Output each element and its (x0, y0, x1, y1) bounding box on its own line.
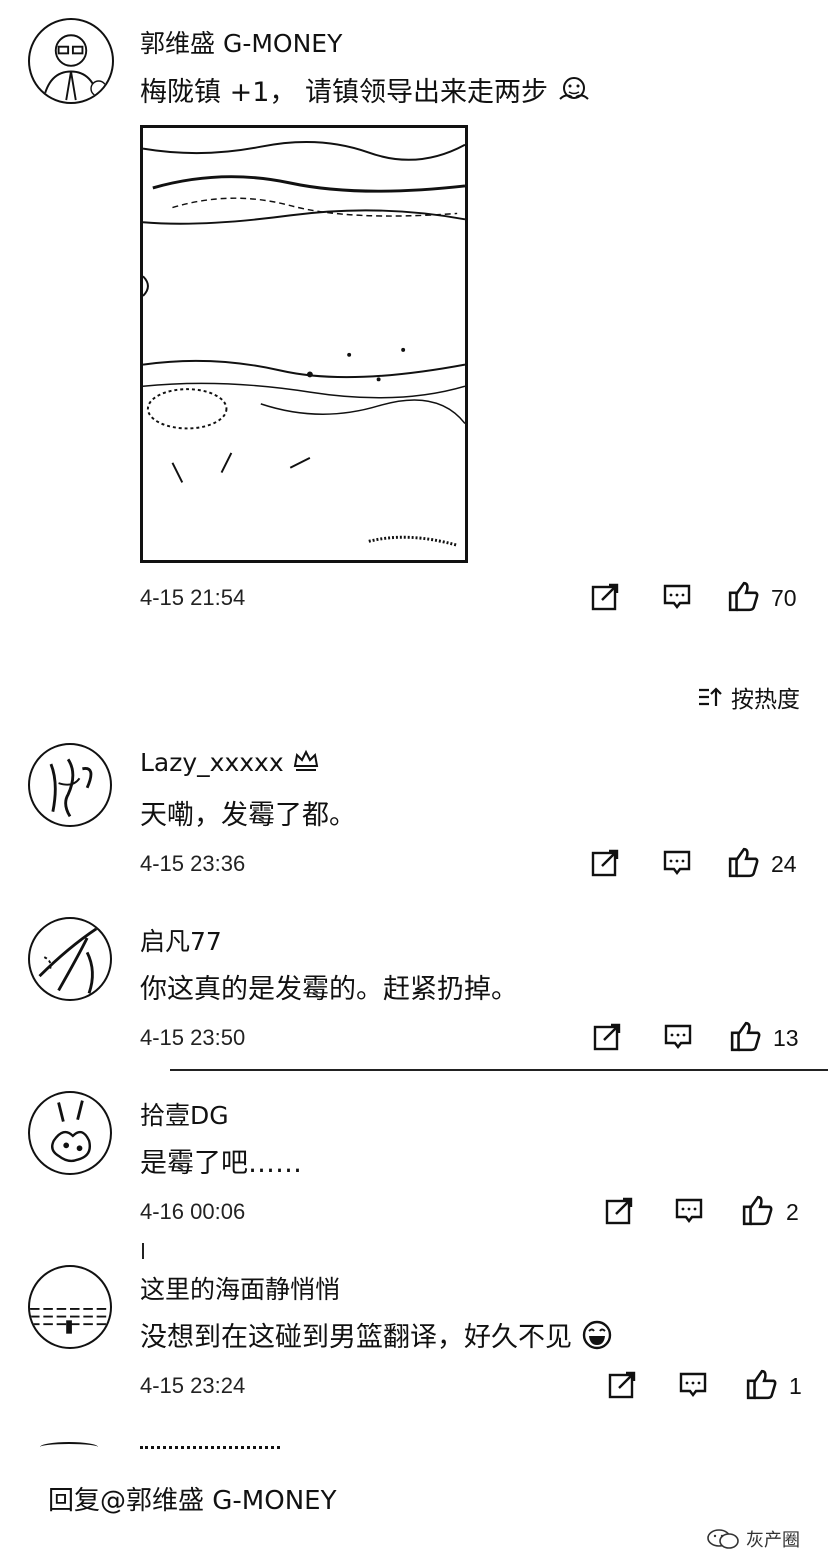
comment-timestamp: 4-15 23:24 (140, 1373, 246, 1398)
watermark: 灰产圈 (706, 1526, 800, 1549)
like-icon[interactable] (742, 1194, 774, 1226)
next-comment-avatar-edge (40, 1442, 98, 1452)
avatar-drawing (38, 927, 98, 994)
comment-icon[interactable] (663, 1022, 693, 1052)
avatar[interactable] (28, 743, 112, 827)
comment-timestamp: 4-16 00:06 (140, 1199, 246, 1224)
comment-author[interactable]: 启凡77 (140, 922, 222, 958)
comment-author[interactable]: 拾壹DG (140, 1096, 229, 1132)
like-count: 2 (786, 1199, 799, 1225)
like-count: 1 (789, 1373, 802, 1399)
avatar[interactable] (28, 1091, 112, 1175)
divider (142, 1243, 144, 1259)
comment-author-name: Lazy_xxxxx (140, 748, 284, 777)
wechat-logo-icon (707, 1529, 739, 1549)
post-author[interactable]: 郭维盛 G-MONEY (140, 24, 342, 60)
comment-text: 你这真的是发霉的。赶紧扔掉。 (140, 974, 518, 1005)
like-icon[interactable] (730, 1020, 762, 1052)
avatar-portrait (42, 34, 107, 101)
post-image[interactable] (140, 125, 468, 563)
share-icon[interactable] (607, 1370, 637, 1400)
like-count: 13 (773, 1025, 799, 1051)
avatar[interactable] (28, 917, 112, 1001)
share-icon[interactable] (590, 582, 620, 612)
comment-text: 是霉了吧…… (140, 1148, 302, 1179)
next-comment-name-edge (140, 1446, 280, 1450)
post-text: 梅陇镇 +1， 请镇领导出来走两步 (140, 70, 591, 112)
share-icon[interactable] (590, 848, 620, 878)
comment-icon[interactable] (662, 848, 692, 878)
avatar-drawing (51, 1100, 91, 1163)
mold-photo-sketch (143, 129, 465, 559)
facepalm-emoji-icon (557, 75, 591, 112)
comment-timestamp: 4-15 23:36 (140, 851, 246, 876)
comment-author[interactable]: Lazy_xxxxx (140, 748, 320, 780)
avatar-drawing (30, 1307, 110, 1334)
comment-icon[interactable] (662, 582, 692, 612)
avatar-drawing (49, 758, 93, 818)
avatar[interactable] (28, 1265, 112, 1349)
like-count: 70 (771, 585, 797, 611)
like-icon[interactable] (728, 846, 760, 878)
comment-icon[interactable] (678, 1370, 708, 1400)
watermark-label: 灰产圈 (746, 1530, 800, 1549)
sort-label: 按热度 (731, 687, 800, 713)
comment-timestamp: 4-15 23:50 (140, 1025, 246, 1050)
like-icon[interactable] (746, 1368, 778, 1400)
comment-text: 没想到在这碰到男篮翻译，好久不见 (140, 1315, 613, 1358)
comment-text-content: 没想到在这碰到男篮翻译，好久不见 (140, 1322, 572, 1353)
post-text-content: 梅陇镇 +1， 请镇领导出来走两步 (140, 77, 548, 108)
comment-text: 天嘞，发霉了都。 (140, 800, 356, 831)
sort-icon (699, 687, 722, 706)
post-timestamp: 4-15 21:54 (140, 585, 246, 610)
share-icon[interactable] (592, 1022, 622, 1052)
reply-input[interactable]: 回复@郭维盛 G-MONEY (48, 1480, 336, 1517)
sort-button[interactable]: 按热度 (697, 680, 800, 714)
laughing-emoji-icon (581, 1319, 613, 1358)
avatar[interactable] (28, 18, 114, 104)
comment-author[interactable]: 这里的海面静悄悄 (140, 1270, 340, 1306)
crown-badge-icon (292, 748, 320, 780)
divider (170, 1069, 828, 1071)
comment-icon[interactable] (674, 1196, 704, 1226)
share-icon[interactable] (604, 1196, 634, 1226)
like-icon[interactable] (728, 580, 760, 612)
like-count: 24 (771, 851, 797, 877)
